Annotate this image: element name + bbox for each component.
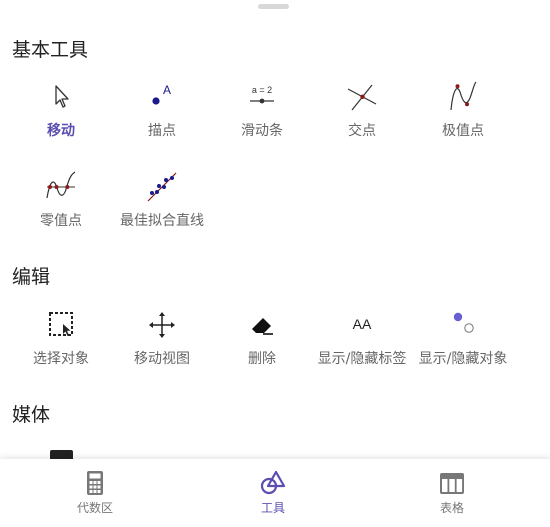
point-icon: A bbox=[152, 83, 171, 105]
section-title-media: 媒体 bbox=[12, 404, 51, 426]
point-icon-letter: A bbox=[163, 83, 171, 97]
drag-handle[interactable] bbox=[258, 4, 289, 9]
tool-extremum[interactable]: 极值点 bbox=[413, 80, 513, 160]
tool-move-view[interactable]: 移动视图 bbox=[112, 308, 212, 388]
roots-icon bbox=[46, 171, 76, 199]
section-title-edit: 编辑 bbox=[12, 266, 51, 288]
calculator-icon bbox=[87, 471, 103, 495]
show-hide-object-icon bbox=[453, 312, 474, 333]
tool-show-hide-object-label: 显示/隐藏对象 bbox=[418, 351, 508, 367]
tool-extremum-label: 极值点 bbox=[442, 123, 484, 139]
label-icon-text: AA bbox=[353, 316, 372, 332]
nav-table-label: 表格 bbox=[439, 501, 464, 515]
tool-show-hide-label[interactable]: AA 显示/隐藏标签 bbox=[312, 308, 412, 388]
cursor-arrow-icon bbox=[55, 85, 69, 108]
label-icon: AA bbox=[353, 316, 372, 332]
nav-table[interactable]: 表格 bbox=[402, 469, 502, 516]
shapes-icon bbox=[260, 470, 286, 495]
tool-move[interactable]: 移动 bbox=[11, 80, 111, 160]
nav-tools-label: 工具 bbox=[260, 501, 285, 515]
nav-algebra-label: 代数区 bbox=[76, 501, 113, 515]
bottom-navigation: 代数区 工具 表格 bbox=[0, 459, 550, 527]
nav-tools[interactable]: 工具 bbox=[223, 469, 323, 516]
move-arrows-icon bbox=[149, 312, 175, 338]
nav-algebra[interactable]: 代数区 bbox=[45, 469, 145, 516]
tool-roots[interactable]: 零值点 bbox=[11, 170, 111, 250]
tool-delete[interactable]: 删除 bbox=[212, 308, 312, 388]
best-fit-line-icon bbox=[147, 172, 177, 202]
slider-icon: a = 2 bbox=[250, 85, 274, 104]
tool-select-objects[interactable]: 选择对象 bbox=[11, 308, 111, 388]
tool-best-fit-line[interactable]: 最佳拟合直线 bbox=[112, 170, 212, 250]
tool-show-hide-object[interactable]: 显示/隐藏对象 bbox=[413, 308, 513, 388]
slider-icon-text: a = 2 bbox=[252, 85, 272, 95]
extremum-icon bbox=[450, 81, 477, 111]
tool-best-fit-line-label: 最佳拟合直线 bbox=[120, 213, 204, 229]
section-title-basic-tools: 基本工具 bbox=[12, 39, 89, 61]
tool-intersect[interactable]: 交点 bbox=[312, 80, 412, 160]
select-objects-icon bbox=[49, 312, 73, 336]
tool-slider[interactable]: a = 2 滑动条 bbox=[212, 80, 312, 160]
eraser-icon bbox=[252, 318, 273, 335]
intersect-icon bbox=[347, 84, 377, 111]
tool-point[interactable]: A 描点 bbox=[112, 80, 212, 160]
table-icon bbox=[440, 473, 464, 494]
